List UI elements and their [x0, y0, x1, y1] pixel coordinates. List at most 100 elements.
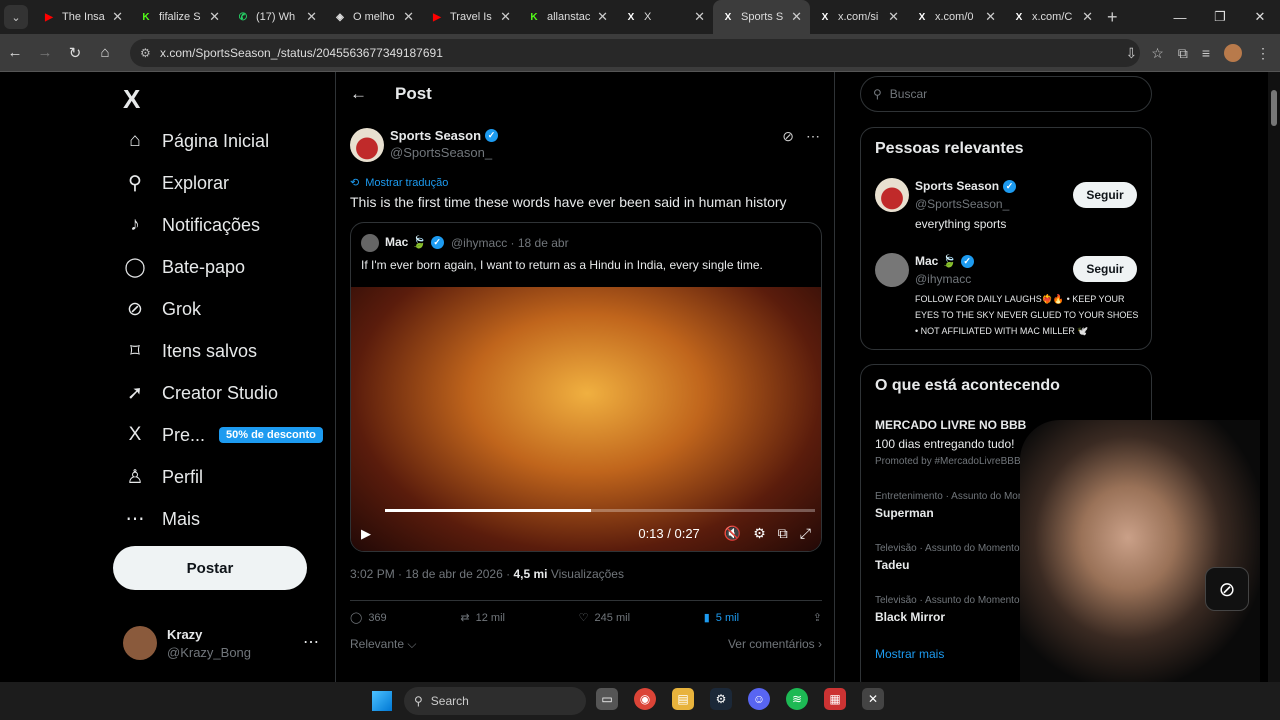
person-name-row[interactable]: Sports Season ✓ [915, 179, 1017, 193]
repost-button[interactable]: ⇄ 12 mil [460, 611, 505, 625]
install-icon[interactable]: ⇩ [1126, 45, 1138, 62]
close-tab-icon[interactable]: ✕ [791, 9, 802, 25]
trend-name[interactable]: MERCADO LIVRE NO BBB [875, 418, 1026, 432]
close-tab-icon[interactable]: ✕ [209, 9, 220, 25]
tab-search-button[interactable]: ⌄ [4, 5, 28, 29]
show-more-link[interactable]: Mostrar mais [875, 647, 944, 661]
extensions-icon[interactable]: ⧉ [1178, 45, 1188, 62]
taskbar-search[interactable]: ⚲ Search [404, 687, 586, 715]
mute-icon[interactable]: 🔇 [724, 525, 741, 542]
search-box[interactable]: ⚲ [860, 76, 1152, 112]
sidebar-item[interactable]: ⚲ Explorar [123, 172, 229, 195]
browser-tab[interactable]: ▶ The Insa ✕ [34, 0, 131, 34]
browser-tab[interactable]: Xx.com/C ✕ [1004, 0, 1101, 34]
close-tab-icon[interactable]: ✕ [694, 9, 705, 25]
pip-icon[interactable]: ⧉ [778, 525, 788, 542]
follow-button[interactable]: Seguir [1073, 182, 1137, 208]
forward-button[interactable]: → [30, 44, 60, 61]
close-tab-icon[interactable]: ✕ [306, 9, 317, 25]
browser-tab[interactable]: Xx.com/si ✕ [810, 0, 907, 34]
share-button[interactable]: ⇪ [813, 611, 822, 624]
close-tab-icon[interactable]: ✕ [597, 9, 608, 25]
sidebar-item[interactable]: ♪ Notificações [123, 214, 260, 236]
settings-icon[interactable]: ⚙ [753, 525, 766, 542]
avatar[interactable] [875, 253, 909, 287]
tools-icon[interactable]: ✕ [862, 688, 884, 710]
spotify-icon[interactable]: ≋ [786, 688, 808, 710]
site-info-icon[interactable]: ⚙ [140, 46, 151, 60]
post-button[interactable]: Postar [113, 546, 307, 590]
page-scrollbar[interactable] [1268, 72, 1280, 682]
app-icon[interactable]: ▦ [824, 688, 846, 710]
close-tab-icon[interactable]: ✕ [500, 9, 511, 25]
avatar[interactable] [875, 178, 909, 212]
task-view-icon[interactable]: ▭ [596, 688, 618, 710]
trend-name[interactable]: Superman [875, 506, 934, 520]
grok-icon[interactable]: ⊘ [782, 128, 794, 145]
close-tab-icon[interactable]: ✕ [985, 9, 996, 25]
reply-button[interactable]: ◯ 369 [350, 611, 387, 625]
sidebar-item[interactable]: X Pre... 50% de desconto [123, 424, 323, 446]
back-button[interactable]: ← [0, 44, 30, 61]
address-bar[interactable]: ⚙ x.com/SportsSeason_/status/20455636773… [130, 39, 1140, 67]
browser-tab[interactable]: Kfifalize S ✕ [131, 0, 228, 34]
minimize-button[interactable]: — [1160, 0, 1200, 34]
close-window-button[interactable]: ✕ [1240, 0, 1280, 34]
grok-fab-icon[interactable]: ⊘ [1205, 567, 1249, 611]
author-handle[interactable]: @SportsSeason_ [390, 145, 492, 160]
quoted-post[interactable]: Mac 🍃 ✓ @ihymacc · 18 de abr If I'm ever… [350, 222, 822, 552]
sidebar-item[interactable]: ◯ Bate-papo [123, 256, 245, 279]
restore-button[interactable]: ❐ [1200, 0, 1240, 34]
account-switcher[interactable]: Krazy @Krazy_Bong ⋯ [123, 624, 323, 664]
sort-dropdown[interactable]: Relevante ⌵ [350, 637, 416, 652]
reload-button[interactable]: ↻ [60, 44, 90, 62]
person-name-row[interactable]: Mac 🍃 ✓ [915, 254, 974, 268]
author-name-row[interactable]: Sports Season ✓ [390, 128, 499, 143]
scrollbar-thumb[interactable] [1271, 90, 1277, 126]
sidebar-item[interactable]: ⊘ Grok [123, 298, 201, 321]
bookmark-star-icon[interactable]: ☆ [1151, 45, 1164, 62]
discord-icon[interactable]: ☺ [748, 688, 770, 710]
menu-icon[interactable]: ⋮ [1256, 45, 1270, 62]
browser-tab[interactable]: Kallanstac ✕ [519, 0, 616, 34]
video-progress-bar[interactable] [385, 509, 815, 512]
browser-tab[interactable]: ▶ Travel Is ✕ [422, 0, 519, 34]
sidebar-item[interactable]: ⌑ Itens salvos [123, 340, 257, 363]
view-comments-link[interactable]: Ver comentários › [728, 637, 822, 652]
post-more-icon[interactable]: ⋯ [806, 128, 820, 145]
sidebar-item[interactable]: ➚ Creator Studio [123, 382, 278, 405]
trend-name[interactable]: Tadeu [875, 558, 909, 572]
back-arrow-icon[interactable]: ← [350, 84, 367, 104]
more-icon[interactable]: ⋯ [303, 632, 319, 652]
browser-tab[interactable]: ✆ (17) Wh ✕ [228, 0, 325, 34]
sidebar-item[interactable]: ♙ Perfil [123, 466, 203, 489]
play-icon[interactable]: ▶ [361, 526, 371, 542]
windows-start-icon[interactable] [372, 691, 392, 711]
search-input[interactable] [889, 87, 1130, 101]
browser-tab[interactable]: Xx.com/0 ✕ [907, 0, 1004, 34]
fullscreen-icon[interactable]: ⤢ [800, 525, 811, 542]
like-button[interactable]: ♡ 245 mil [579, 611, 630, 625]
home-button[interactable]: ⌂ [90, 44, 120, 61]
chrome-icon[interactable]: ◉ [634, 688, 656, 710]
profile-avatar[interactable] [1224, 44, 1242, 62]
bookmark-button[interactable]: ▮ 5 mil [704, 611, 739, 625]
file-explorer-icon[interactable]: ▤ [672, 688, 694, 710]
x-logo[interactable]: X [123, 84, 140, 115]
close-tab-icon[interactable]: ✕ [403, 9, 414, 25]
close-tab-icon[interactable]: ✕ [112, 9, 123, 25]
browser-tab[interactable]: ◈ O melho ✕ [325, 0, 422, 34]
follow-button[interactable]: Seguir [1073, 256, 1137, 282]
author-avatar[interactable] [350, 128, 384, 162]
trend-name[interactable]: Black Mirror [875, 610, 945, 624]
close-tab-icon[interactable]: ✕ [1082, 9, 1093, 25]
browser-tab[interactable]: X Sports S ✕ [713, 0, 810, 34]
media-icon[interactable]: ≡ [1202, 45, 1210, 61]
video-player[interactable]: ▶ 0:13 / 0:27 🔇 ⚙ ⧉ ⤢ [351, 287, 821, 551]
steam-icon[interactable]: ⚙ [710, 688, 732, 710]
sidebar-item[interactable]: ⋯ Mais [123, 508, 201, 531]
browser-tab[interactable]: X X ✕ [616, 0, 713, 34]
new-tab-button[interactable]: + [1107, 7, 1118, 28]
sidebar-item[interactable]: ⌂ Página Inicial [123, 130, 269, 152]
translate-link[interactable]: ⟲ Mostrar tradução [350, 176, 448, 190]
